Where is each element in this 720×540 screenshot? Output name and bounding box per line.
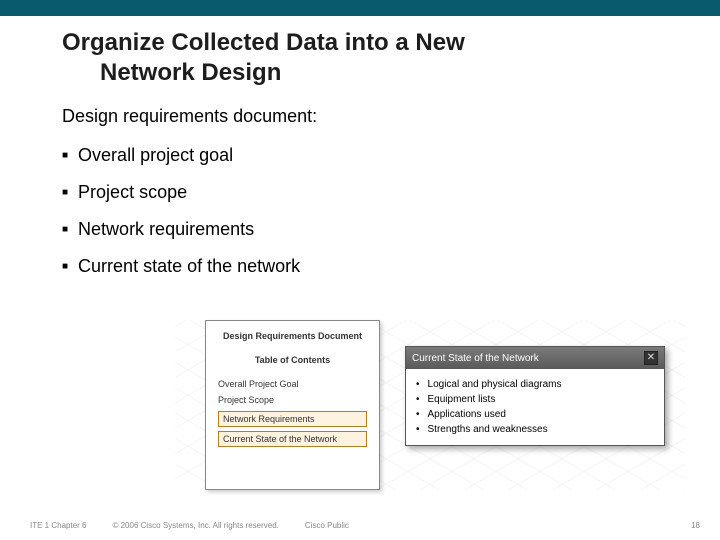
title-line-1: Organize Collected Data into a New [62,29,465,56]
list-item: Current state of the network [62,248,720,285]
intro-text: Design requirements document: [0,88,720,127]
footer-chapter: ITE 1 Chapter 6 [30,521,86,530]
doc-item: Overall Project Goal [218,379,367,389]
doc-toc-heading: Table of Contents [218,355,367,365]
top-color-bar [0,0,720,16]
popup-item: Applications used [416,407,654,422]
doc-title: Design Requirements Document [218,331,367,341]
footer-copyright: © 2006 Cisco Systems, Inc. All rights re… [112,521,278,530]
popup-body: Logical and physical diagrams Equipment … [406,369,664,445]
title-line-2: Network Design [62,58,720,88]
close-icon[interactable]: ✕ [644,351,658,365]
slide-title: Organize Collected Data into a New Netwo… [0,16,720,88]
document-preview-panel: Design Requirements Document Table of Co… [205,320,380,490]
popup-item: Logical and physical diagrams [416,377,654,392]
diagram-area: Design Requirements Document Table of Co… [175,320,685,490]
doc-highlighted-item: Network Requirements [218,411,367,427]
doc-item: Project Scope [218,395,367,405]
popup-panel: Current State of the Network ✕ Logical a… [405,346,665,446]
requirements-list: Overall project goal Project scope Netwo… [0,127,720,285]
list-item: Network requirements [62,211,720,248]
popup-title: Current State of the Network [412,353,539,364]
footer: ITE 1 Chapter 6 © 2006 Cisco Systems, In… [30,521,700,530]
doc-highlighted-item: Current State of the Network [218,431,367,447]
page-number: 18 [691,521,700,530]
popup-item: Equipment lists [416,392,654,407]
list-item: Project scope [62,174,720,211]
popup-item: Strengths and weaknesses [416,422,654,437]
popup-header: Current State of the Network ✕ [406,347,664,369]
footer-public: Cisco Public [305,521,349,530]
list-item: Overall project goal [62,137,720,174]
